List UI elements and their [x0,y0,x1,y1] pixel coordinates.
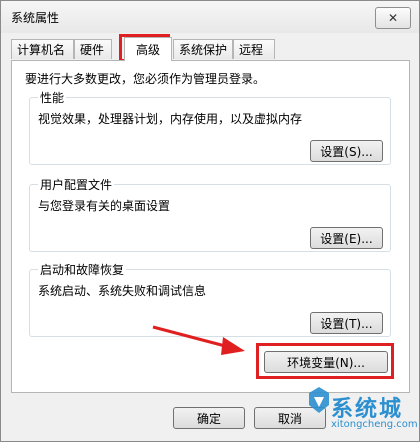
performance-desc: 视觉效果，处理器计划，内存使用，以及虚拟内存 [38,112,303,126]
red-arrow-icon [152,325,245,355]
window-title: 系统属性 [11,11,60,25]
admin-note: 要进行大多数更改，您必须作为管理员登录。 [25,72,266,86]
performance-group: 性能 视觉效果，处理器计划，内存使用，以及虚拟内存 设置(S)... [29,89,391,165]
title-bar[interactable]: 系统属性 ✕ [1,1,419,33]
system-properties-window: 系统属性 ✕ 计算机名 硬件 高级 系统保护 远程 要进行大多数更改，您必须作为… [0,0,420,442]
close-icon: ✕ [387,11,399,25]
tab-hardware[interactable]: 硬件 [74,39,112,59]
startup-recovery-settings-button[interactable]: 设置(T)... [310,312,383,334]
startup-recovery-desc: 系统启动、系统失败和调试信息 [38,284,207,298]
env-button-highlight [256,343,394,379]
tab-advanced[interactable]: 高级 [124,37,172,61]
user-profiles-desc: 与您登录有关的桌面设置 [38,199,171,213]
startup-recovery-title: 启动和故障恢复 [38,261,127,278]
tab-remote[interactable]: 远程 [233,39,275,59]
watermark-url: xitongcheng.com [331,419,418,430]
performance-title: 性能 [38,89,67,106]
user-profiles-title: 用户配置文件 [38,176,115,193]
tab-system-protection[interactable]: 系统保护 [173,39,233,59]
watermark-logo-icon [309,387,329,413]
user-profiles-group: 用户配置文件 与您登录有关的桌面设置 设置(E)... [29,176,391,252]
performance-settings-button[interactable]: 设置(S)... [310,140,383,162]
user-profiles-settings-button[interactable]: 设置(E)... [310,227,383,249]
ok-button[interactable]: 确定 [173,407,245,429]
tab-computer-name[interactable]: 计算机名 [11,39,74,59]
close-button[interactable]: ✕ [375,7,411,29]
